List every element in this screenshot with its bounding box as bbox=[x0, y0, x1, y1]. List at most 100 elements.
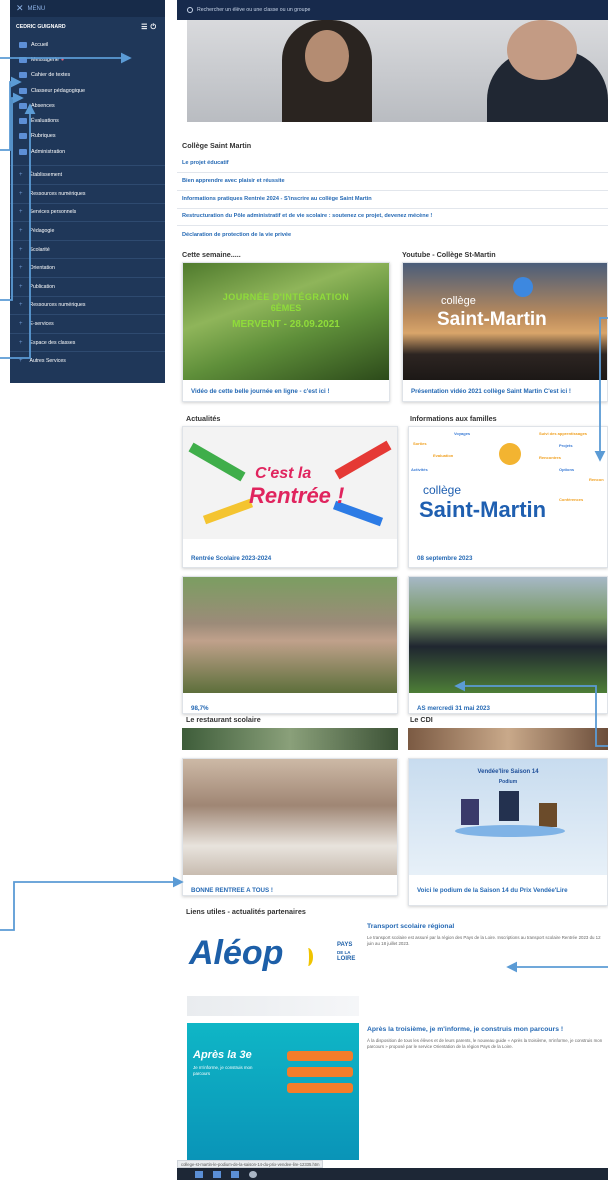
actualites-title: Actualités bbox=[186, 414, 221, 423]
plus-icon: + bbox=[19, 339, 23, 346]
page-root: ✕ MENU CEDRIC GUIGNARD ☰⏻ Accueil Messag… bbox=[0, 0, 608, 1180]
search-icon bbox=[187, 7, 193, 13]
logo-star-icon bbox=[499, 443, 521, 465]
restaurant-card[interactable]: BONNE RENTREE A TOUS ! bbox=[182, 758, 398, 896]
sidebar-item-classeur[interactable]: Classeur pédagogique bbox=[10, 83, 165, 98]
search-bar[interactable]: Rechercher un élève ou une classe ou un … bbox=[177, 0, 608, 20]
section-services-personnels[interactable]: + Services personnels bbox=[10, 202, 165, 222]
liens-title: Liens utiles - actualités partenaires bbox=[186, 907, 306, 916]
arrow-restaurant bbox=[0, 876, 184, 931]
aleop-logo[interactable]: Aléop PAYS DE LA LOIRE bbox=[187, 920, 359, 1016]
group-photo bbox=[183, 577, 397, 693]
aleop-arrow-icon bbox=[303, 948, 313, 966]
plus-icon: + bbox=[19, 209, 23, 216]
section-autres[interactable]: + Autres Services bbox=[10, 351, 165, 370]
familles-title: Informations aux familles bbox=[410, 414, 497, 423]
sidebar-menu: ✕ MENU CEDRIC GUIGNARD ☰⏻ Accueil Messag… bbox=[10, 0, 165, 383]
youtube-caption[interactable]: Présentation vidéo 2021 collège Saint Ma… bbox=[411, 388, 603, 396]
familles-card[interactable]: Voyages Suivi des apprentissages Sorties… bbox=[408, 426, 608, 568]
restaurant-caption[interactable]: BONNE RENTREE A TOUS ! bbox=[191, 887, 393, 895]
rentree-caption[interactable]: Rentrée Scolaire 2023-2024 bbox=[191, 555, 393, 563]
rentree-image: C'est la Rentrée ! bbox=[183, 427, 397, 539]
book-cover bbox=[461, 799, 479, 825]
unread-badge: ● bbox=[60, 56, 65, 63]
cdi-title: Le CDI bbox=[410, 715, 433, 724]
section-orientation[interactable]: + Orientation bbox=[10, 258, 165, 277]
cdi-caption[interactable]: Voici le podium de la Saison 14 du Prix … bbox=[417, 887, 603, 895]
book-icon bbox=[19, 72, 27, 79]
orientation-body: À la disposition de tous les élèves et d… bbox=[367, 1038, 603, 1049]
as-card[interactable]: AS mercredi 31 mai 2023 bbox=[408, 576, 608, 714]
user-bar: CEDRIC GUIGNARD ☰⏻ bbox=[10, 17, 165, 37]
as-caption[interactable]: AS mercredi 31 mai 2023 bbox=[417, 705, 603, 713]
plus-icon: + bbox=[19, 227, 23, 234]
hero-photo bbox=[187, 20, 608, 122]
section-nav: + Établissement + Ressources numériques + S… bbox=[10, 165, 165, 370]
chart-icon bbox=[19, 118, 27, 125]
familles-caption[interactable]: 08 septembre 2023 bbox=[417, 555, 603, 563]
youtube-card[interactable]: collège Saint-Martin Présentation vidéo … bbox=[402, 262, 608, 402]
link-projet-educatif[interactable]: Le projet éducatif bbox=[177, 155, 608, 173]
link-vie-privee[interactable]: Déclaration de protection de la vie priv… bbox=[177, 226, 608, 244]
restaurant-banner bbox=[182, 728, 398, 750]
cette-semaine-card[interactable]: JOURNÉE D'INTÉGRATION 6ÈMES MERVENT - 28… bbox=[182, 262, 390, 402]
sidebar-item-evaluations[interactable]: Évaluations bbox=[10, 113, 165, 128]
restaurant-title: Le restaurant scolaire bbox=[186, 715, 261, 724]
section-publication[interactable]: + Publication bbox=[10, 276, 165, 296]
plus-icon: + bbox=[19, 172, 23, 179]
primary-nav: Accueil Messagerie ● Cahier de textes Cla… bbox=[10, 37, 165, 159]
cette-semaine-title: Cette semaine..... bbox=[182, 250, 241, 259]
orientation-image[interactable]: Après la 3e Je m'informe, je construis m… bbox=[187, 1023, 359, 1160]
reussite-caption[interactable]: 98,7% bbox=[191, 705, 393, 713]
cdi-poster: Vendée'lire Saison 14 Podium bbox=[409, 759, 607, 875]
section-pedagogie[interactable]: + Pédagogie bbox=[10, 221, 165, 240]
plus-icon: + bbox=[19, 265, 23, 272]
explorer-icon[interactable] bbox=[213, 1170, 221, 1178]
start-icon[interactable] bbox=[195, 1170, 203, 1178]
book-cover bbox=[539, 803, 557, 827]
folder-icon bbox=[19, 87, 27, 94]
home-icon bbox=[19, 41, 27, 48]
section-scolarite[interactable]: + Scolarité bbox=[10, 239, 165, 259]
power-icon[interactable]: ⏻ bbox=[150, 24, 159, 31]
app-icon[interactable] bbox=[231, 1170, 239, 1178]
cdi-banner bbox=[408, 728, 608, 750]
cdi-card[interactable]: Vendée'lire Saison 14 Podium Voici le po… bbox=[408, 758, 608, 906]
youtube-title: Youtube - Collège St-Martin bbox=[402, 250, 496, 259]
settings-icon[interactable] bbox=[249, 1170, 257, 1178]
sidebar-item-absences[interactable]: Absences bbox=[10, 98, 165, 113]
person-icon bbox=[19, 102, 27, 109]
orientation-headline[interactable]: Après la troisième, je m'informe, je con… bbox=[367, 1026, 563, 1033]
section-eservices[interactable]: + E-services bbox=[10, 314, 165, 333]
rubric-icon bbox=[19, 133, 27, 140]
integration-photo: JOURNÉE D'INTÉGRATION 6ÈMES MERVENT - 28… bbox=[183, 263, 389, 380]
transport-headline[interactable]: Transport scolaire régional bbox=[367, 923, 454, 930]
close-icon[interactable]: ✕ bbox=[16, 3, 24, 14]
plus-icon: + bbox=[19, 358, 23, 365]
menu-label: MENU bbox=[27, 5, 46, 12]
sidebar-item-accueil[interactable]: Accueil bbox=[10, 37, 165, 52]
sidebar-item-cahier[interactable]: Cahier de textes bbox=[10, 68, 165, 83]
rentree-card[interactable]: C'est la Rentrée ! Rentrée Scolaire 2023… bbox=[182, 426, 398, 568]
section-etablissement[interactable]: + Établissement bbox=[10, 165, 165, 184]
status-url: college-st-martin-le-podium-de-la-saison… bbox=[177, 1160, 324, 1168]
sidebar-item-administration[interactable]: Administration bbox=[10, 144, 165, 159]
reussite-card[interactable]: 98,7% bbox=[182, 576, 398, 714]
link-rentree-2024[interactable]: Informations pratiques Rentrée 2024 - S'… bbox=[177, 191, 608, 209]
link-bien-apprendre[interactable]: Bien apprendre avec plaisir et réussite bbox=[177, 173, 608, 191]
sidebar-item-rubriques[interactable]: Rubriques bbox=[10, 129, 165, 144]
cette-semaine-caption[interactable]: Vidéo de cette belle journée en ligne - … bbox=[191, 388, 385, 396]
sidebar-item-messagerie[interactable]: Messagerie ● bbox=[10, 52, 165, 67]
plus-icon: + bbox=[19, 190, 23, 197]
search-input[interactable]: Rechercher un élève ou une classe ou un … bbox=[197, 7, 310, 13]
plus-icon: + bbox=[19, 320, 23, 327]
gear-icon bbox=[19, 148, 27, 155]
link-restructuration[interactable]: Restructuration du Pôle administratif et… bbox=[177, 208, 608, 226]
section-ressources-2[interactable]: + Ressources numériques bbox=[10, 295, 165, 315]
plus-icon: + bbox=[19, 283, 23, 290]
section-espace-classes[interactable]: + Espace des classes bbox=[10, 332, 165, 352]
taskbar bbox=[177, 1168, 608, 1180]
transport-body: Le transport scolaire est assuré par la … bbox=[367, 935, 601, 946]
menu-header[interactable]: ✕ MENU bbox=[10, 0, 165, 17]
section-ressources[interactable]: + Ressources numériques bbox=[10, 183, 165, 203]
